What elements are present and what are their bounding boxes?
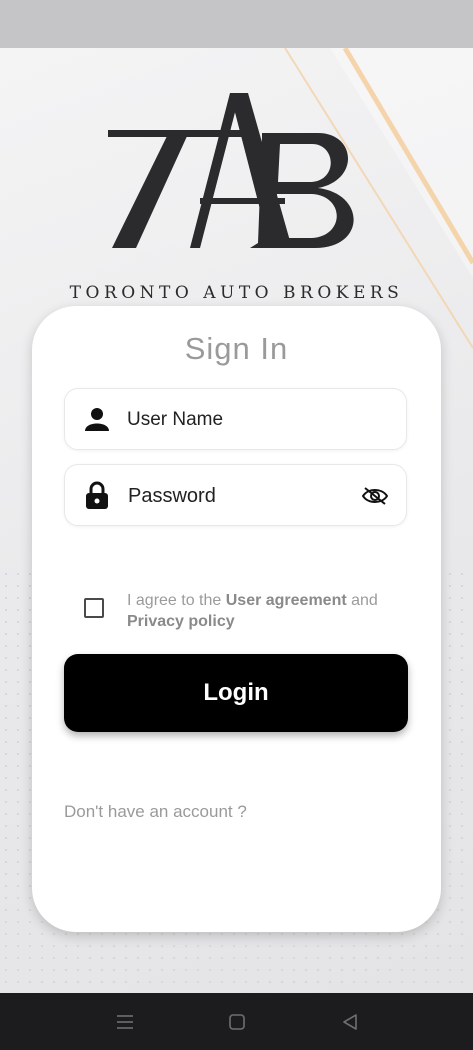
agree-text: I agree to the User agreement and Privacy… [127, 590, 417, 632]
password-field[interactable]: Password [64, 464, 407, 526]
username-placeholder: User Name [127, 409, 224, 430]
signin-title: Sign In [184, 331, 289, 366]
status-bar [0, 0, 473, 48]
no-account-link[interactable]: Don't have an account ? [64, 802, 247, 822]
brand-logo: TORONTO AUTO BROKERS [0, 48, 473, 318]
nav-bar [0, 993, 473, 1050]
menu-icon[interactable] [113, 1010, 137, 1034]
user-agreement-link[interactable]: User agreement [226, 592, 347, 609]
back-icon[interactable] [338, 1010, 362, 1034]
brand-name: TORONTO AUTO BROKERS [69, 283, 404, 303]
agree-mid: and [346, 592, 378, 609]
password-placeholder: Password [128, 485, 216, 507]
privacy-policy-link[interactable]: Privacy policy [127, 613, 235, 630]
signin-card: Sign In User Name Password I agree to th… [32, 306, 441, 932]
person-icon [85, 408, 109, 431]
agree-prefix: I agree to the [127, 592, 226, 609]
agree-checkbox[interactable] [84, 598, 104, 618]
login-button[interactable]: Login [64, 654, 408, 732]
home-icon[interactable] [225, 1010, 249, 1034]
username-field[interactable]: User Name [64, 388, 407, 450]
lock-icon [86, 481, 108, 509]
eye-off-icon[interactable] [362, 486, 388, 506]
